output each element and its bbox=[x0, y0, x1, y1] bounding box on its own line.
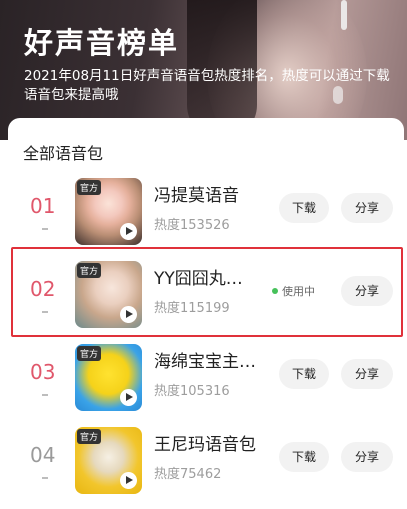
list-item[interactable]: 04 官方 王尼玛语音包 热度75462 下载 分享 bbox=[8, 417, 404, 499]
official-badge: 官方 bbox=[77, 346, 102, 361]
voice-pack-name: 冯提莫语音 bbox=[154, 186, 239, 206]
page-title: 好声音榜单 bbox=[24, 26, 180, 60]
download-button[interactable]: 下载 bbox=[279, 442, 329, 472]
selected-row-highlight bbox=[11, 247, 403, 337]
share-button[interactable]: 分享 bbox=[341, 193, 393, 223]
voice-pack-name: 海绵宝宝主… bbox=[154, 352, 256, 372]
share-button[interactable]: 分享 bbox=[341, 442, 393, 472]
section-title: 全部语音包 bbox=[23, 144, 104, 163]
voice-pack-thumbnail[interactable]: 官方 bbox=[75, 427, 142, 494]
list-item[interactable]: 01 官方 冯提莫语音 热度153526 下载 分享 bbox=[8, 168, 404, 250]
heat-count: 热度105316 bbox=[154, 384, 230, 399]
official-badge: 官方 bbox=[77, 429, 102, 444]
voice-pack-thumbnail[interactable]: 官方 bbox=[75, 344, 142, 411]
rank-number: 03 bbox=[30, 360, 56, 384]
voice-pack-name: 王尼玛语音包 bbox=[154, 435, 256, 455]
heat-count: 热度75462 bbox=[154, 467, 222, 482]
play-icon[interactable] bbox=[120, 389, 137, 406]
play-icon[interactable] bbox=[120, 472, 137, 489]
rank-number: 04 bbox=[30, 443, 56, 467]
share-button[interactable]: 分享 bbox=[341, 359, 393, 389]
heat-count: 热度153526 bbox=[154, 218, 230, 233]
official-badge: 官方 bbox=[77, 180, 102, 195]
download-button[interactable]: 下载 bbox=[279, 359, 329, 389]
rank-number: 01 bbox=[30, 194, 56, 218]
list-item[interactable]: 03 官方 海绵宝宝主… 热度105316 下载 分享 bbox=[8, 334, 404, 416]
download-button[interactable]: 下载 bbox=[279, 193, 329, 223]
page-description: 2021年08月11日好声音语音包热度排名，热度可以通过下载语音包来提高哦 bbox=[24, 68, 390, 103]
play-icon[interactable] bbox=[120, 223, 137, 240]
voice-pack-thumbnail[interactable]: 官方 bbox=[75, 178, 142, 245]
